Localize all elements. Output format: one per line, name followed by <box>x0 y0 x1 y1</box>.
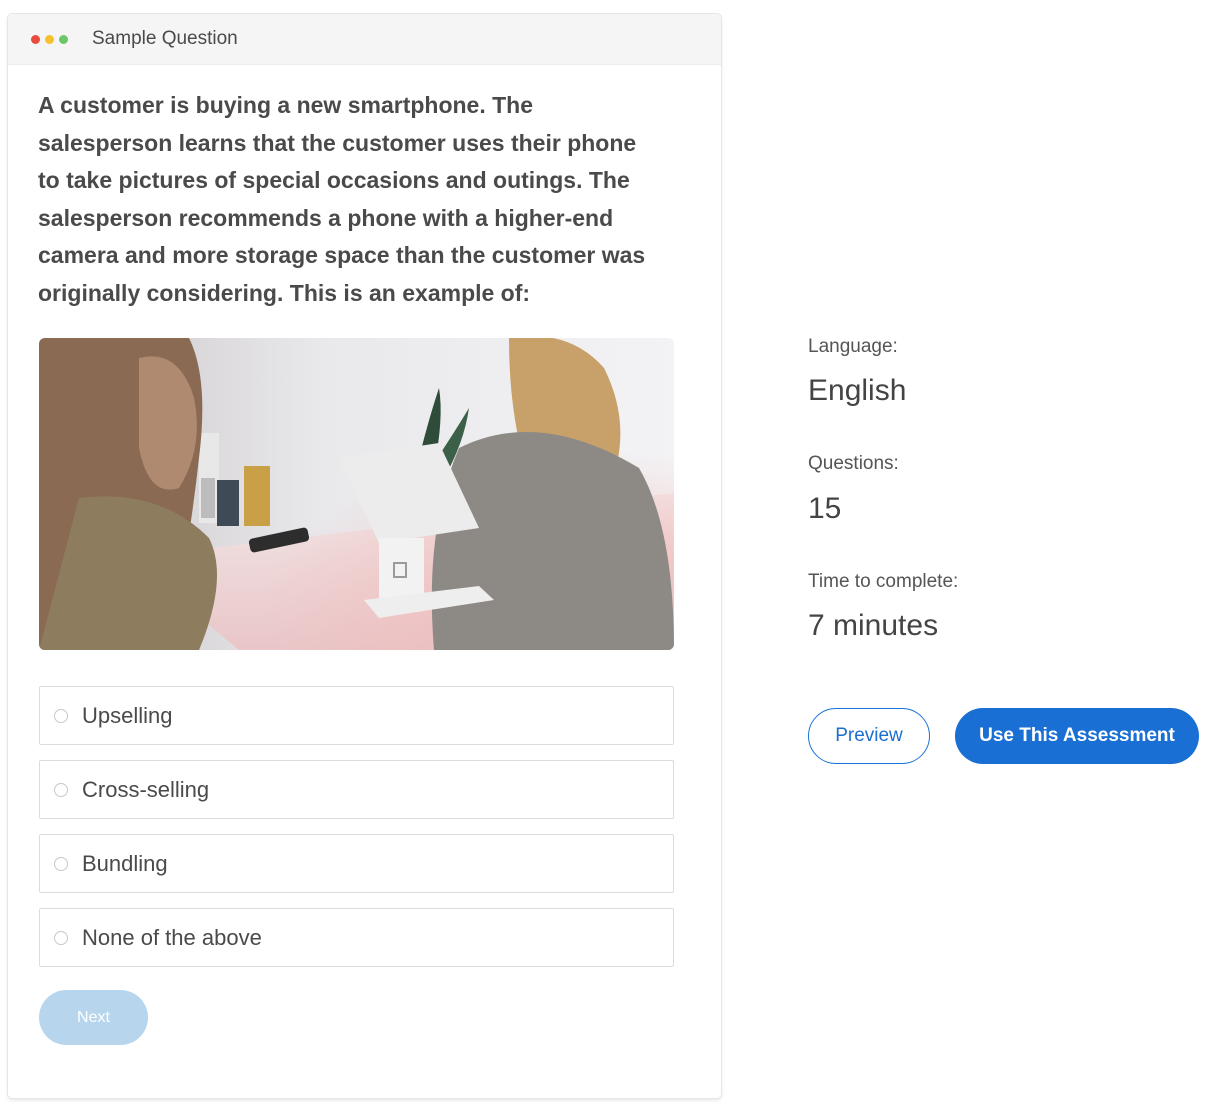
question-image <box>39 338 674 650</box>
answer-option-none[interactable]: None of the above <box>39 908 674 967</box>
preview-button[interactable]: Preview <box>808 708 930 764</box>
radio-button[interactable] <box>54 930 68 945</box>
questions-value: 15 <box>808 492 842 525</box>
maximize-dot-icon <box>59 34 68 44</box>
option-label: Upselling <box>82 702 173 728</box>
radio-button[interactable] <box>54 782 68 797</box>
answer-option-upselling[interactable]: Upselling <box>39 686 674 745</box>
close-dot-icon <box>31 34 40 44</box>
next-button[interactable]: Next <box>39 990 148 1045</box>
option-label: None of the above <box>82 924 262 950</box>
language-value: English <box>808 374 907 407</box>
option-label: Bundling <box>82 850 168 876</box>
answer-option-bundling[interactable]: Bundling <box>39 834 674 893</box>
use-assessment-button[interactable]: Use This Assessment <box>955 708 1199 764</box>
question-text: A customer is buying a new smartphone. T… <box>38 92 646 306</box>
questions-label: Questions: <box>808 453 899 474</box>
window-controls <box>31 34 68 44</box>
time-label: Time to complete: <box>808 571 959 592</box>
answer-option-cross-selling[interactable]: Cross-selling <box>39 760 674 819</box>
answer-options: Upselling Cross-selling Bundling None of… <box>39 686 674 982</box>
window-titlebar: Sample Question <box>8 14 721 65</box>
time-value: 7 minutes <box>808 609 939 642</box>
radio-button[interactable] <box>54 708 68 723</box>
language-label: Language: <box>808 336 898 357</box>
radio-button[interactable] <box>54 856 68 871</box>
option-label: Cross-selling <box>82 776 210 802</box>
minimize-dot-icon <box>45 34 54 44</box>
window-title: Sample Question <box>92 28 238 49</box>
